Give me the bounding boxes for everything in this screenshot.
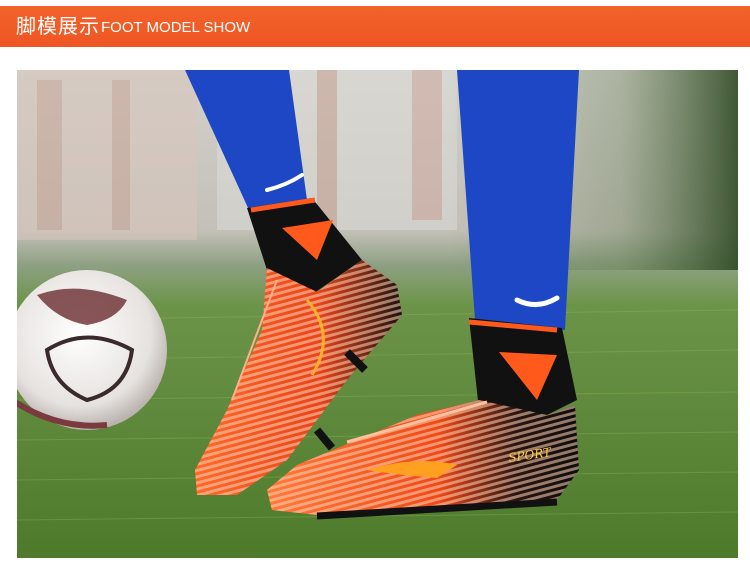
right-sock	[457, 70, 579, 415]
section-title-english: FOOT MODEL SHOW	[101, 19, 251, 36]
section-header-banner: 脚模展示 FOOT MODEL SHOW	[0, 6, 750, 47]
section-title-chinese: 脚模展示	[16, 14, 100, 38]
foot-model-photo: SPORT	[17, 70, 738, 558]
foot-model-illustration: SPORT	[17, 70, 738, 558]
